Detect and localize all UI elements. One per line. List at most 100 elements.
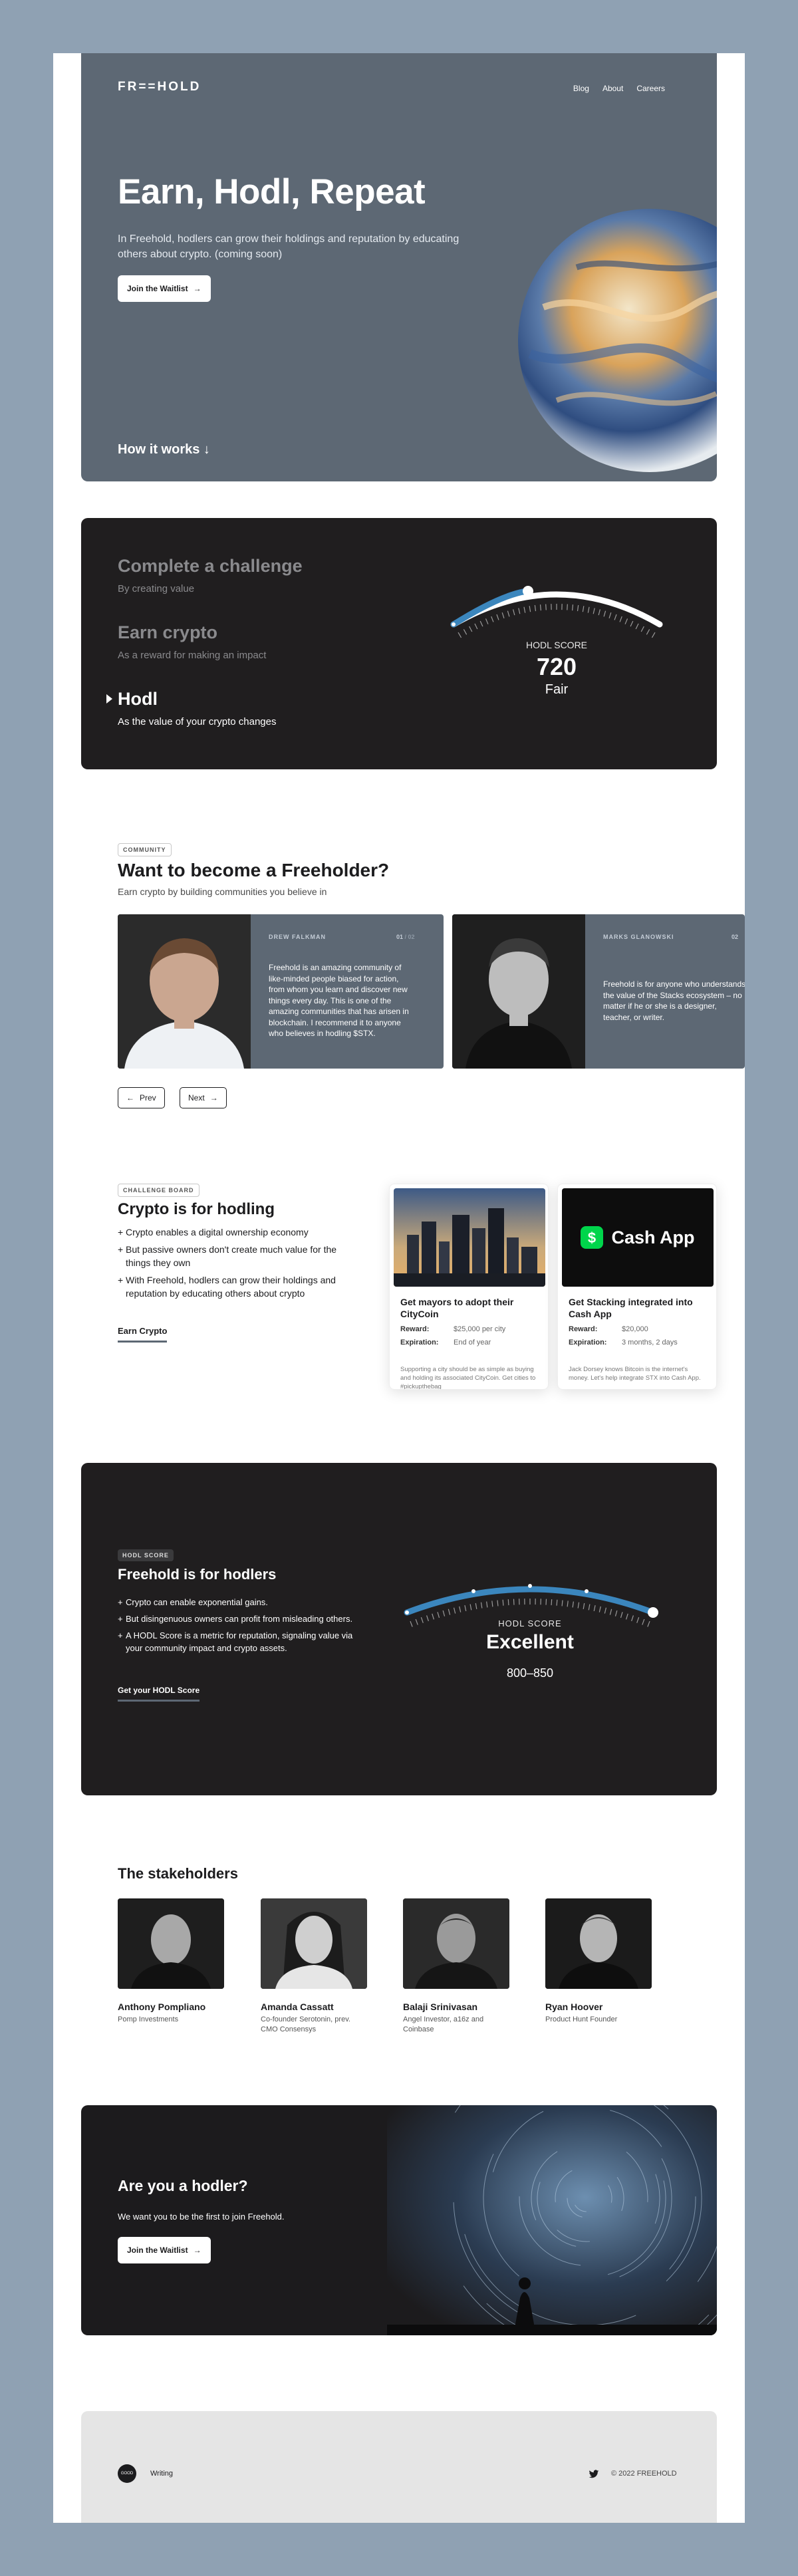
reward-row: Reward: $20,000 [569,1325,648,1333]
gauge-tick [620,616,622,622]
cash-app-image: $ Cash App [562,1188,714,1287]
top-nav: Blog About Careers [573,84,665,93]
gauge-tick [604,1608,606,1614]
list-item: A HODL Score is a metric for reputation,… [118,1629,370,1654]
challenge-desc: Jack Dorsey knows Bitcoin is the interne… [569,1365,708,1382]
join-cta-section: Are you a hodler? We want you to be the … [81,2105,717,2335]
gauge-tick [458,632,462,638]
arrow-right-icon: → [194,284,201,293]
step-hodl[interactable]: Hodl As the value of your crypto changes [118,689,276,727]
step-earn-crypto[interactable]: Earn crypto As a reward for making an im… [118,622,266,661]
next-button[interactable]: Next → [180,1087,227,1108]
gauge-tick [497,614,499,620]
gauge-tick [614,614,616,620]
hodl-score-section: HODL SCORE Freehold is for hodlers Crypt… [81,1463,717,1795]
active-step-caret-icon [105,694,113,704]
gauge-tick [610,1609,611,1615]
stakeholder-card[interactable]: Anthony Pompliano Pomp Investments [118,1898,224,2025]
challenge-board-title: Crypto is for hodling [118,1200,275,1219]
step-complete-challenge[interactable]: Complete a challenge By creating value [118,556,303,594]
gauge-score: 720 [473,653,640,681]
expiration-row: Expiration: End of year [400,1339,491,1347]
prev-button[interactable]: ← Prev [118,1087,165,1108]
stakeholder-role: Pomp Investments [118,2015,224,2025]
gauge-tick [642,1619,644,1624]
cta-title: Are you a hodler? [118,2177,248,2195]
earn-crypto-link[interactable]: Earn Crypto [118,1326,167,1343]
stakeholder-name: Ryan Hoover [545,2001,652,2012]
community-title: Want to become a Freeholder? [118,860,389,881]
gauge-tick [652,632,655,638]
stakeholder-card[interactable]: Amanda Cassatt Co-founder Serotonin, pre… [261,1898,367,2035]
gauge-tick [448,1609,450,1615]
footer-writing-link[interactable]: Writing [150,2470,173,2478]
gauge-tick [578,605,579,611]
gauge-tick [593,608,595,614]
gauge-tick [588,607,589,613]
nav-link-blog[interactable]: Blog [573,84,589,93]
gauge-tick [519,608,520,614]
testimonial-index: 01 / 02 [396,934,415,940]
gauge-tick [551,1599,552,1605]
gauge-tick [492,1601,493,1607]
gauge-range: 800–850 [447,1666,613,1680]
join-waitlist-button[interactable]: Join the Waitlist → [118,2237,211,2263]
step-desc: As a reward for making an impact [118,650,266,661]
gauge-label: HODL SCORE [473,640,640,650]
nav-link-careers[interactable]: Careers [636,84,665,93]
join-waitlist-button[interactable]: Join the Waitlist → [118,275,211,302]
testimonial-card: DREW FALKMAN 01 / 02 Freehold is an amaz… [118,914,444,1069]
nav-link-about[interactable]: About [602,84,623,93]
logo[interactable]: FR==HOLD [118,80,201,94]
gauge-tick [480,621,483,626]
challenge-card[interactable]: Get mayors to adopt their CityCoin Rewar… [389,1184,549,1390]
footer-avatar[interactable]: GOOD [118,2464,136,2483]
arrow-right-icon: → [194,2246,201,2255]
gauge-tick [454,1608,456,1614]
gauge-tick [475,624,477,629]
testimonial-name: DREW FALKMAN [269,934,326,940]
step-title: Complete a challenge [118,556,303,577]
reward-label: Reward: [400,1325,454,1333]
gauge-tick [491,616,493,622]
stakeholder-card[interactable]: Ryan Hoover Product Hunt Founder [545,1898,652,2025]
gauge-tick [609,612,611,618]
gauge-tick [594,1605,595,1611]
gauge-tick [626,1614,628,1620]
get-hodl-score-link[interactable]: Get your HODL Score [118,1686,200,1702]
list-item: But disingenuous owners can profit from … [118,1612,370,1625]
hero-section: FR==HOLD Blog About Careers Earn, Hodl, … [81,53,717,481]
expiration-value: 3 months, 2 days [622,1339,678,1347]
stakeholder-card[interactable]: Balaji Srinivasan Angel Investor, a16z a… [403,1898,509,2035]
testimonial-index-total: / 02 [405,934,415,940]
gauge-tick [646,629,649,634]
gauge-tick [529,606,530,612]
avatar [403,1898,509,1989]
how-it-works-link[interactable]: How it works ↓ [118,442,210,457]
svg-text:$: $ [588,1229,596,1246]
twitter-icon[interactable] [589,2469,599,2480]
gauge-tick [507,611,509,617]
challenge-card[interactable]: $ Cash App Get Stacking integrated into … [557,1184,717,1390]
community-subtitle: Earn crypto by building communities you … [118,886,327,897]
reward-value: $20,000 [622,1325,648,1333]
gauge-tick [632,1615,634,1621]
gauge-rating: Excellent [447,1631,613,1654]
gauge-tick [475,1603,477,1609]
hero-title: Earn, Hodl, Repeat [118,172,425,212]
challenge-board-badge: CHALLENGE BOARD [118,1184,200,1197]
how-it-works-section: Complete a challenge By creating value E… [81,518,717,769]
hero-subtitle: In Freehold, hodlers can grow their hold… [118,231,464,262]
gauge-tick [546,604,547,610]
gauge-tick [562,1601,563,1607]
expiration-row: Expiration: 3 months, 2 days [569,1339,678,1347]
gauge-tick [524,607,525,613]
gauge-tick [508,1599,509,1605]
gauge-tick [604,611,606,617]
gauge-tick [630,621,633,626]
gauge-tick [589,1605,590,1610]
copyright: © 2022 FREEHOLD [611,2470,677,2478]
gauge-label: HODL SCORE [447,1618,613,1628]
testimonial-quote: Freehold is an amazing community of like… [269,962,412,1039]
gauge-tick [636,624,638,629]
